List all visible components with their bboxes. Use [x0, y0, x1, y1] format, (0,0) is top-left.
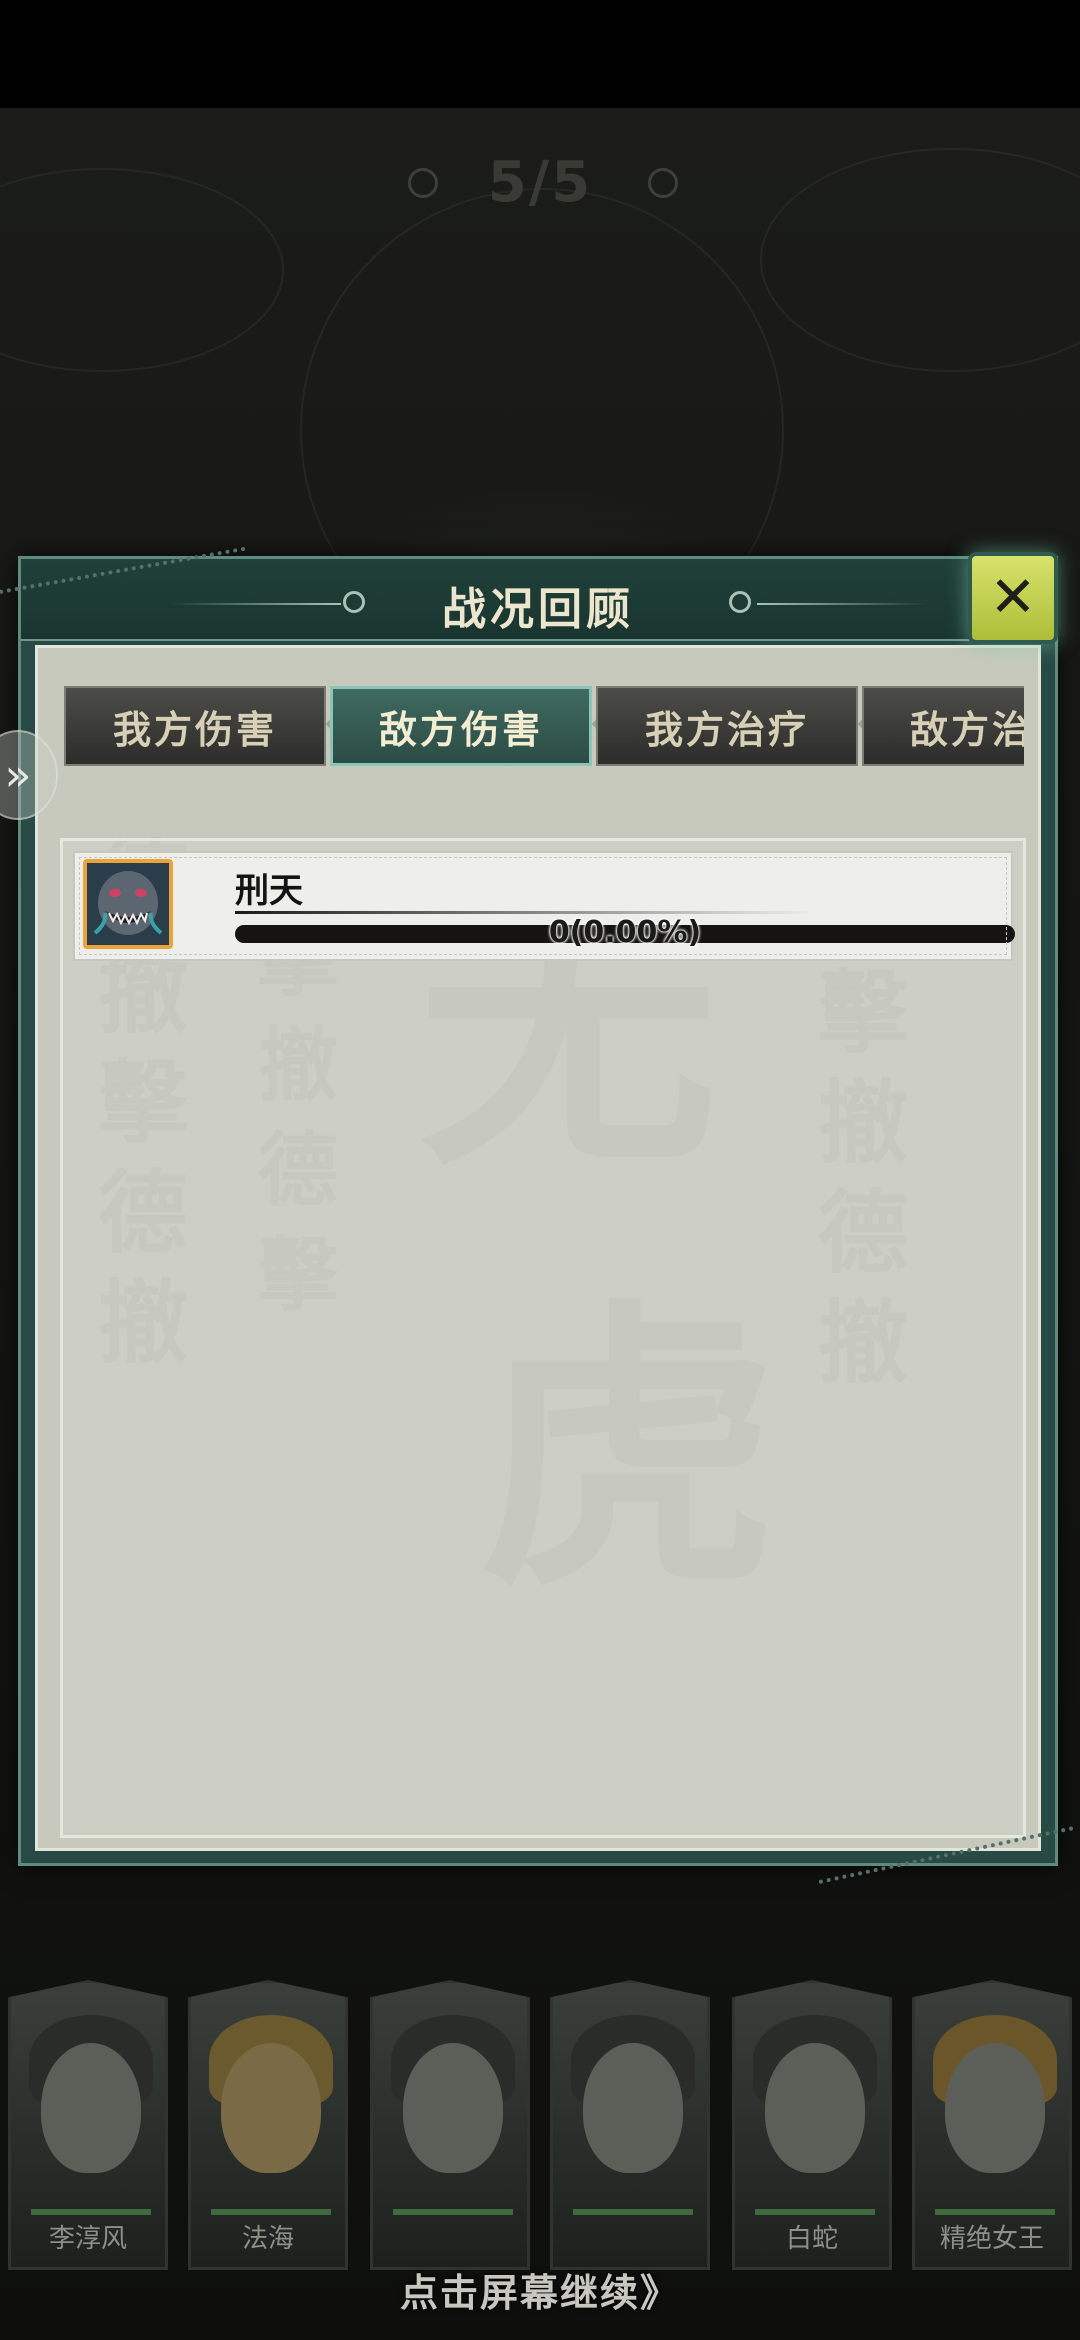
damage-list: 刑天 0(0.00%) — [60, 838, 1026, 1838]
hero-card: 小青 — [550, 1980, 710, 2270]
hero-name: 白蛇 — [785, 2224, 838, 2254]
round-ornament-icon — [648, 168, 678, 198]
round-counter: 5/5 — [487, 150, 593, 215]
hero-card: 精绝女王 — [912, 1980, 1072, 2270]
dialog-title: 战况回顾 — [442, 584, 634, 635]
hero-card: 李淳风 — [8, 1980, 168, 2270]
title-ornament-icon — [729, 591, 751, 613]
tap-to-continue[interactable]: 点击屏幕继续》 — [0, 2262, 1080, 2317]
hero-card: 法海 — [188, 1980, 348, 2270]
tab-our-healing[interactable]: 我方治疗 — [596, 686, 858, 766]
tab-bar: 我方伤害 敌方伤害 我方治疗 敌方治疗 — [64, 686, 1024, 770]
hero-card: 白素 — [370, 1980, 530, 2270]
title-divider — [757, 603, 927, 605]
damage-row[interactable]: 刑天 0(0.00%) — [73, 851, 1015, 961]
tab-enemy-healing[interactable]: 敌方治疗 — [862, 686, 1024, 766]
status-bar — [0, 0, 1080, 108]
unit-name: 刑天 — [235, 871, 303, 911]
dialog-body: 无 虎 德撤擊德撤 撤擊撤德撤 擊撤德擊 — [35, 645, 1041, 1851]
hero-name: 精绝女王 — [939, 2224, 1044, 2254]
hero-name: 法海 — [241, 2224, 294, 2254]
tab-enemy-damage[interactable]: 敌方伤害 — [330, 686, 592, 766]
hero-card: 白蛇 — [732, 1980, 892, 2270]
round-ornament-icon — [408, 168, 438, 198]
name-underline — [235, 911, 815, 914]
close-icon: ✕ — [989, 565, 1037, 630]
avatar — [83, 859, 173, 949]
hero-name: 李淳风 — [48, 2224, 127, 2254]
damage-value: 0(0.00%) — [548, 915, 702, 950]
close-button[interactable]: ✕ — [968, 552, 1058, 644]
tab-our-damage[interactable]: 我方伤害 — [64, 686, 326, 766]
xingtian-portrait-icon — [87, 863, 169, 945]
